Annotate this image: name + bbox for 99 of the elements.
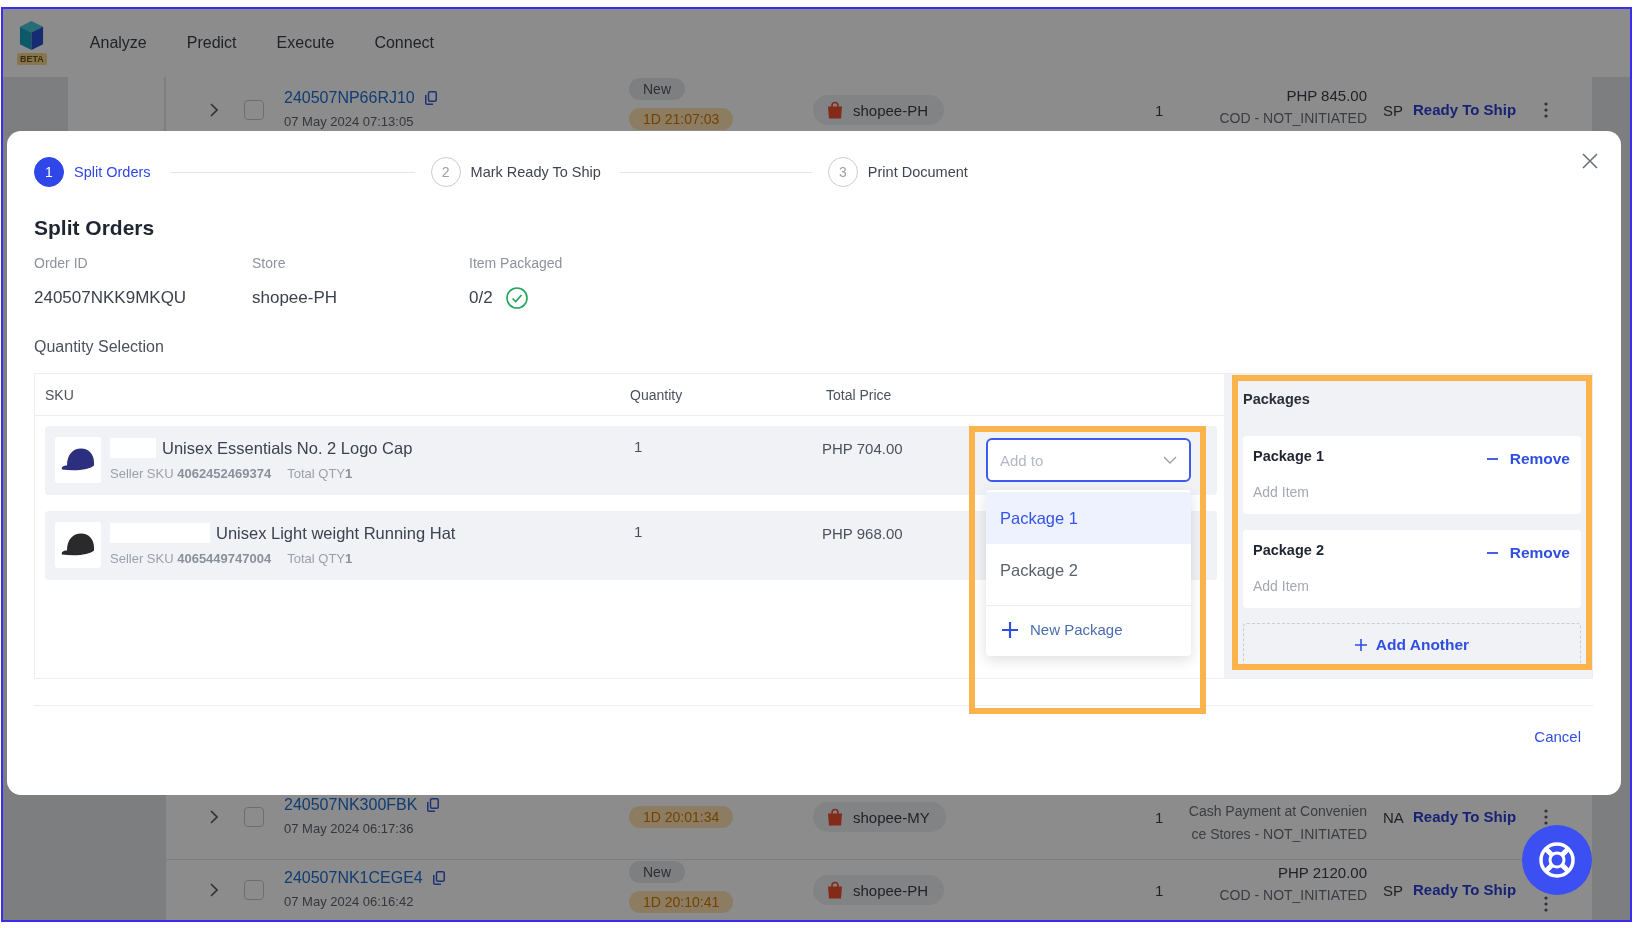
status-link[interactable]: Ready To Ship [1413,881,1517,898]
order-amount: PHP 845.00 [1286,86,1367,105]
order-date: 07 May 2024 07:13:05 [284,113,415,131]
dropdown-option[interactable]: Package 1 [986,492,1191,544]
product-name: Unisex Light weight Running Hat [216,523,456,543]
column-header: SKU [45,386,74,403]
nav-link[interactable]: Predict [186,34,237,52]
seller-sku: Seller SKU 4065449747004 [110,551,272,567]
add-to-select[interactable]: Add to [986,438,1191,482]
beta-tag: BETA [17,53,47,65]
store-name: shopee-PH [853,881,929,899]
plus-icon [1354,638,1367,651]
chevron-right-icon[interactable] [210,883,218,897]
order-quantity: 1 [1155,808,1164,826]
seller-sku: Seller SKU 4062452469374 [110,466,272,482]
shopping-bag-icon [827,881,843,899]
total-qty: Total QTY1 [287,551,353,567]
chevron-right-icon[interactable] [210,103,218,117]
product-name: Unisex Essentials No. 2 Logo Cap [162,438,413,458]
dropdown-option[interactable]: Package 2 [986,544,1191,596]
payment-status: Cash Payment at Convenien [1188,802,1367,821]
timer-badge: 1D 21:07:03 [629,108,734,130]
carrier-code: SP [1383,881,1403,899]
cancel-button[interactable]: Cancel [1534,727,1581,747]
total-price: PHP 968.00 [822,525,903,543]
copy-icon[interactable] [432,871,445,885]
payment-status: ce Stores - NOT_INITIATED [1191,825,1367,844]
package-card[interactable]: Package 2 Remove Add Item [1243,530,1581,608]
field-label: Store [252,254,286,272]
carrier-code: SP [1383,101,1403,119]
check-circle-icon [505,287,528,309]
order-id-link[interactable]: 240507NK300FBK [284,795,418,815]
order-id-link[interactable]: 240507NK1CEGE4 [284,868,423,888]
field-label: Item Packaged [469,254,563,272]
row-checkbox[interactable] [244,880,264,900]
shopping-bag-icon [827,101,843,119]
step-number: 2 [430,157,461,187]
carrier-code: NA [1383,808,1404,826]
field-value: 0/2 [469,288,493,308]
more-vertical-icon[interactable] [1544,809,1548,825]
field-value: shopee-PH [252,288,338,308]
timer-badge: 1D 20:10:41 [629,891,734,913]
order-id-link[interactable]: 240507NP66RJ10 [284,88,415,108]
store-name: shopee-PH [853,101,929,119]
close-icon [1582,153,1598,169]
row-checkbox[interactable] [244,100,264,120]
minus-icon [1486,551,1498,554]
field-label: Order ID [34,254,88,272]
status-link[interactable]: Ready To Ship [1413,101,1517,118]
chevron-down-icon [1163,456,1177,464]
row-checkbox[interactable] [244,807,264,827]
minus-icon [1486,457,1498,460]
order-date: 07 May 2024 06:17:36 [284,820,415,838]
column-header: Quantity [630,386,683,403]
order-date: 07 May 2024 06:16:42 [284,893,415,911]
order-quantity: 1 [1155,881,1164,899]
status-badge: New [629,78,685,100]
copy-icon[interactable] [427,798,440,812]
more-vertical-icon[interactable] [1544,102,1548,118]
payment-status: COD - NOT_INITIATED [1219,109,1367,128]
step-label: Split Orders [74,164,151,180]
cube-logo-icon [18,21,46,50]
field-value: 240507NKK9MKQU [34,288,187,308]
total-qty: Total QTY1 [287,466,353,482]
total-price: PHP 704.00 [822,440,903,458]
order-amount: PHP 2120.00 [1278,863,1367,882]
lifebuoy-icon [1538,841,1576,879]
remove-button[interactable]: Remove [1486,449,1570,468]
quantity-value: 1 [634,523,643,541]
order-quantity: 1 [1155,101,1164,119]
packages-title: Packages [1243,390,1310,408]
status-badge: New [629,861,685,883]
package-card[interactable]: Package 1 Remove Add Item [1243,436,1581,514]
nav-link[interactable]: Analyze [89,34,147,52]
step-label: Mark Ready To Ship [470,164,601,180]
step-number: 1 [34,157,64,187]
payment-status: COD - NOT_INITIATED [1219,886,1367,905]
step-label: Print Document [867,164,968,180]
copy-icon[interactable] [424,91,437,105]
more-vertical-icon[interactable] [1544,896,1548,912]
chevron-right-icon[interactable] [210,810,218,824]
step-number: 3 [827,157,858,187]
shopping-bag-icon [827,808,843,826]
store-name: shopee-MY [853,808,930,826]
package-name: Package 1 [1253,448,1324,464]
add-item-field[interactable]: Add Item [1253,478,1570,506]
nav-link[interactable]: Connect [374,34,434,52]
timer-badge: 1D 20:01:34 [629,806,734,828]
nav-link[interactable]: Execute [276,34,335,52]
add-item-field[interactable]: Add Item [1253,572,1570,600]
new-package-option[interactable]: New Package [986,605,1191,653]
section-title: Quantity Selection [34,337,164,357]
package-name: Package 2 [1253,542,1324,558]
remove-button[interactable]: Remove [1486,543,1570,562]
quantity-value: 1 [634,438,643,456]
status-link[interactable]: Ready To Ship [1413,808,1517,825]
column-header: Total Price [826,386,892,403]
plus-icon [1002,621,1018,638]
dialog-title: Split Orders [34,215,155,241]
